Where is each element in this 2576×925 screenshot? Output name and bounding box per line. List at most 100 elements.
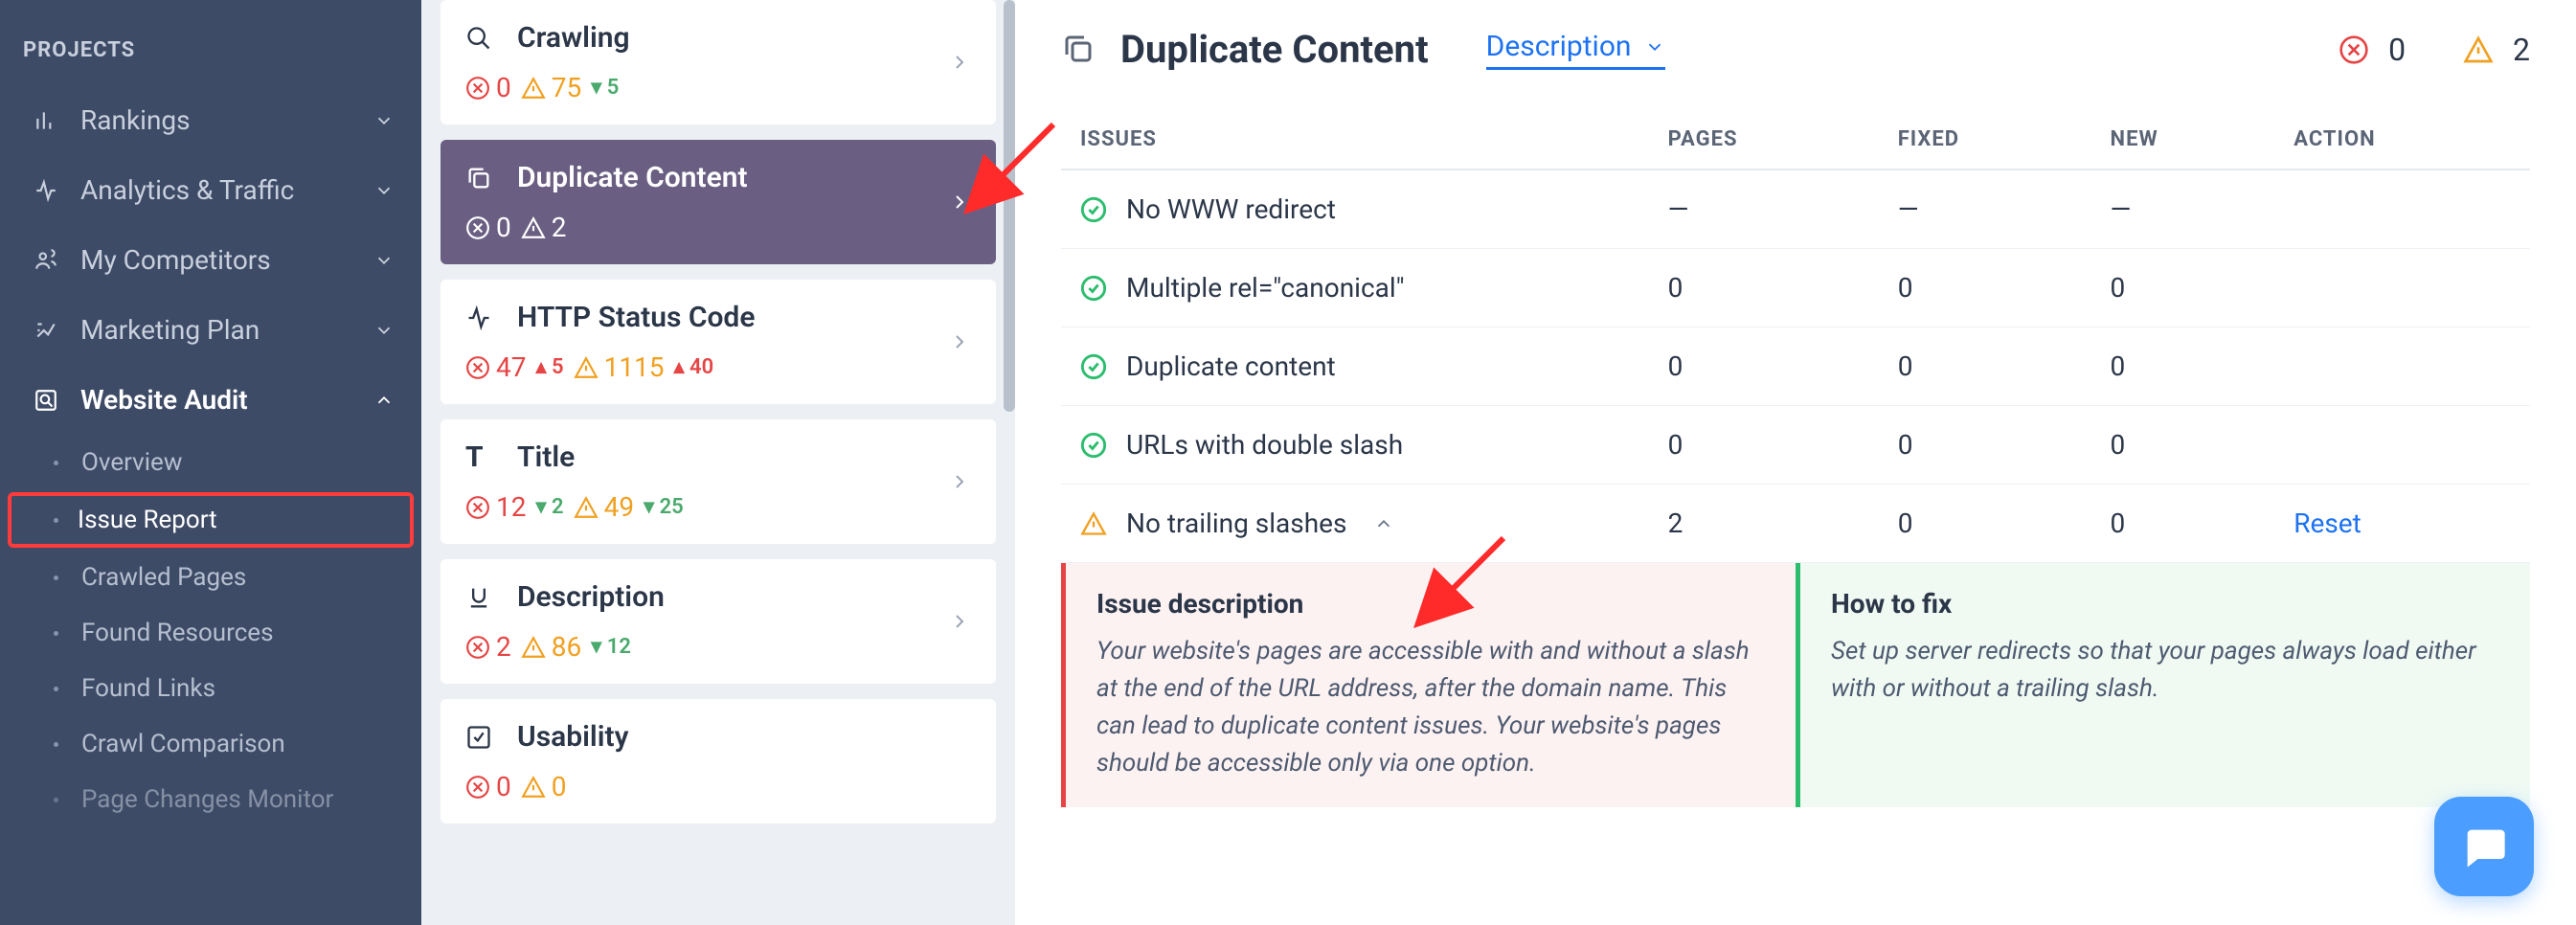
cell-new: 0	[2091, 406, 2275, 485]
text-icon: T	[465, 440, 500, 474]
col-action: ACTION	[2274, 110, 2530, 169]
chevron-down-icon	[373, 250, 395, 271]
sub-item-issue-report[interactable]: Issue Report	[8, 492, 414, 548]
chevron-right-icon	[948, 330, 971, 353]
check-icon	[1080, 196, 1107, 223]
card-description[interactable]: Description 2 86 ▾ 12	[441, 559, 996, 684]
sub-item-crawled-pages[interactable]: Crawled Pages	[0, 550, 421, 605]
issue-name: Multiple rel="canonical"	[1126, 272, 1405, 304]
chevron-down-icon	[373, 320, 395, 341]
sub-label: Found Resources	[81, 619, 274, 647]
plan-icon	[27, 318, 65, 343]
check-icon	[1080, 432, 1107, 459]
sub-item-overview[interactable]: Overview	[0, 435, 421, 490]
card-title[interactable]: TTitle 12 ▾ 2 49 ▾ 25	[441, 419, 996, 544]
issues-table: ISSUES PAGES FIXED NEW ACTION No WWW red…	[1061, 110, 2530, 807]
sidebar: PROJECTS Rankings Analytics & Traffic My…	[0, 0, 421, 925]
cell-pages: 0	[1649, 249, 1879, 327]
reset-button[interactable]: Reset	[2294, 508, 2361, 539]
chat-fab[interactable]	[2434, 797, 2534, 896]
cell-new: —	[2091, 169, 2275, 249]
sub-label: Issue Report	[78, 506, 217, 534]
pulse-icon	[27, 178, 65, 203]
detail-text: Your website's pages are accessible with…	[1096, 633, 1765, 782]
card-usability[interactable]: Usability 0 0	[441, 699, 996, 823]
dot-icon	[54, 631, 58, 636]
pulse-icon	[465, 305, 500, 331]
error-count: 0	[465, 72, 511, 103]
warning-icon	[1080, 510, 1107, 537]
card-crawling[interactable]: Crawling 0 75 ▾ 5	[441, 0, 996, 124]
chevron-down-icon	[373, 180, 395, 201]
nav-label: Website Audit	[80, 384, 248, 416]
dot-icon	[54, 687, 58, 691]
dot-icon	[54, 518, 58, 523]
card-title: Title	[517, 440, 575, 474]
nav-label: Marketing Plan	[80, 314, 260, 346]
card-duplicate-content[interactable]: Duplicate Content 0 2	[441, 140, 996, 264]
warning-count: 75	[521, 72, 581, 103]
cell-new: 0	[2091, 485, 2275, 563]
scrollbar[interactable]	[1004, 0, 1015, 412]
sidebar-item-marketing-plan[interactable]: Marketing Plan	[0, 295, 421, 365]
issue-category-list: Crawling 0 75 ▾ 5 Duplicate Content 0 2 …	[421, 0, 1015, 925]
detail-title: Issue description	[1096, 588, 1765, 620]
card-title: Crawling	[517, 21, 630, 55]
table-row[interactable]: No WWW redirect — — —	[1061, 169, 2530, 249]
table-row[interactable]: URLs with double slash 0 0 0	[1061, 406, 2530, 485]
dot-icon	[54, 742, 58, 747]
sidebar-item-rankings[interactable]: Rankings	[0, 85, 421, 155]
card-title: Usability	[517, 720, 628, 754]
cell-fixed: 0	[1879, 406, 2091, 485]
sub-item-crawl-comparison[interactable]: Crawl Comparison	[0, 716, 421, 772]
chevron-right-icon	[948, 610, 971, 633]
warning-count: 49	[574, 491, 634, 523]
sub-item-found-links[interactable]: Found Links	[0, 661, 421, 716]
table-row[interactable]: Duplicate content 0 0 0	[1061, 327, 2530, 406]
cell-new: 0	[2091, 327, 2275, 406]
delta: ▾ 2	[535, 495, 563, 519]
detail-text: Set up server redirects so that your pag…	[1831, 633, 2499, 708]
nav-label: Analytics & Traffic	[80, 174, 294, 206]
card-http-status[interactable]: HTTP Status Code 47 ▴ 5 1115 ▴ 40	[441, 280, 996, 404]
nav-label: Rankings	[80, 104, 191, 136]
cell-fixed: —	[1879, 169, 2091, 249]
warning-count: 2	[521, 212, 567, 243]
sub-label: Crawled Pages	[81, 563, 246, 592]
card-title: Duplicate Content	[517, 161, 748, 194]
chevron-up-icon[interactable]	[1373, 513, 1394, 534]
card-title: Description	[517, 580, 665, 614]
people-icon	[27, 248, 65, 273]
issue-name: Duplicate content	[1126, 350, 1336, 382]
error-count: 2	[465, 631, 511, 663]
sub-item-page-changes[interactable]: Page Changes Monitor	[0, 772, 421, 827]
dot-icon	[54, 798, 58, 802]
description-dropdown[interactable]: Description	[1486, 30, 1665, 70]
head-error-count: 0	[2339, 32, 2406, 68]
detail-title: How to fix	[1831, 588, 2499, 620]
chevron-down-icon	[373, 110, 395, 131]
chevron-right-icon	[948, 470, 971, 493]
chevron-right-icon	[948, 51, 971, 74]
delta: ▾ 12	[591, 635, 631, 659]
issue-name: URLs with double slash	[1126, 429, 1403, 461]
audit-icon	[27, 388, 65, 413]
sub-label: Found Links	[81, 674, 215, 703]
sidebar-item-website-audit[interactable]: Website Audit	[0, 365, 421, 435]
col-pages: PAGES	[1649, 110, 1879, 169]
sub-item-found-resources[interactable]: Found Resources	[0, 605, 421, 661]
check-icon	[1080, 353, 1107, 380]
warning-count: 0	[521, 771, 567, 802]
col-fixed: FIXED	[1879, 110, 2091, 169]
table-row[interactable]: Multiple rel="canonical" 0 0 0	[1061, 249, 2530, 327]
main-panel: Duplicate Content Description 0 2 ISSUES…	[1015, 0, 2576, 925]
col-new: NEW	[2091, 110, 2275, 169]
dot-icon	[54, 575, 58, 580]
delta: ▾ 5	[591, 76, 619, 100]
table-row[interactable]: No trailing slashes 2 0 0 Reset	[1061, 485, 2530, 563]
copy-icon	[465, 165, 500, 192]
cell-pages: 0	[1649, 406, 1879, 485]
error-count: 47	[465, 351, 526, 383]
sidebar-item-competitors[interactable]: My Competitors	[0, 225, 421, 295]
sidebar-item-analytics[interactable]: Analytics & Traffic	[0, 155, 421, 225]
